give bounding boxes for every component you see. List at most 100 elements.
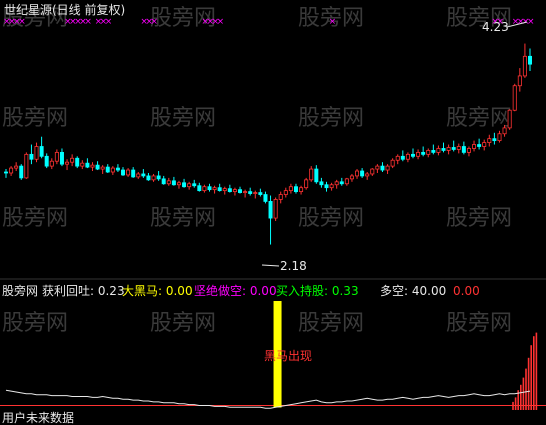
candle-body [141,173,146,177]
candle-body [410,153,415,157]
watermark-text: 股旁网 [2,206,68,231]
indicator-panel: 股旁网 获利回吐: 0.23大黑马: 0.00 坚绝做空: 0.00 买入持股: 0.… [0,283,546,425]
low-price-pointer [261,264,280,267]
candle-body [497,133,502,142]
candle-body [426,150,431,155]
candle-body [268,201,273,219]
candle-body [49,160,54,167]
candle-body [243,191,248,194]
candle-body [222,188,227,192]
signal-mark: × [527,17,535,27]
candle-body [304,179,309,189]
candle-body [441,148,446,151]
signal-mark: × [217,17,225,27]
stock-chart: 股旁网 股旁网 股旁网 股旁网股旁网 股旁网 股旁网 股旁网股旁网 股旁网 股旁网 股旁网股旁网股… [0,2,546,425]
legend-entry: 股旁网 [2,283,38,298]
candle-body [207,186,212,191]
candle-body [283,190,288,195]
legend-entry: 多空: 40.00 [380,284,446,298]
candle-body [360,170,365,177]
candle-body [416,151,421,157]
candle-body [522,55,527,77]
watermark-text: 股旁网 [298,206,364,231]
candle-body [293,186,298,193]
candle-body [110,167,115,173]
candle-body [182,182,187,188]
candle-body [9,167,14,174]
watermark-text: 股旁网 [446,206,512,231]
candle-body [421,151,426,155]
price-panel: 世纪星源(日线 前复权) ×××× ××××× ××× ××× ×××× × ×× ×××× … [3,2,535,273]
candle-body [258,192,263,195]
signal-mark: × [18,17,26,27]
candle-body [59,151,64,165]
signal-text: 黑马出现 [264,349,312,363]
watermark-text: 股旁网 [2,106,68,131]
candle-body [171,180,176,186]
candle-body [253,192,258,194]
candle-body [355,170,360,177]
candle-body [187,183,192,188]
candle-body [370,168,375,175]
candle-body [400,155,405,160]
watermark-text: 股旁网 [298,311,364,336]
candle-body [517,75,522,87]
candle-body [161,178,166,185]
candle-body [115,167,120,171]
candle-body [375,165,380,170]
candle-body [528,55,533,65]
legend-entry: 0.00 [453,284,480,298]
candle-body [75,157,80,167]
candle-body [446,147,451,151]
high-price-label: 4.23 [482,20,509,34]
candle-body [4,171,9,174]
candle-body [65,161,70,165]
candle-body [492,138,497,142]
candle-body [95,164,100,170]
candle-body [90,164,95,168]
candle-body [248,191,253,194]
candle-body [278,194,283,200]
candle-body [136,173,141,178]
candle-body [131,169,136,178]
candle-body [217,187,222,192]
indicator-legend: 股旁网 获利回吐: 0.23大黑马: 0.00 坚绝做空: 0.00 买入持股: 0.… [2,283,480,298]
candle-body [29,153,34,160]
candle-body [166,180,171,185]
candle-body [512,85,517,111]
candle-body [288,186,293,192]
candle-body [212,187,217,191]
candle-body [44,155,49,167]
candle-body [339,181,344,185]
candle-body [299,187,304,193]
candle-body [202,186,207,192]
watermark-text: 股旁网 [446,311,512,336]
candle-body [349,175,354,180]
candle-body [477,144,482,147]
candle-body [176,182,181,186]
red-bars-group [512,332,538,410]
candle-body [466,148,471,153]
candle-body [24,153,29,179]
candle-body [502,127,507,135]
legend-entry: 获利回吐: 0.23 [42,284,125,298]
signal-mark: × [151,17,159,27]
candle-body [456,146,461,150]
candle-body [380,165,385,171]
candle-body [192,183,197,187]
signal-mark: × [84,17,92,27]
candle-body [197,185,202,192]
candle-body [100,166,105,170]
legend-entry: 买入持股: 0.33 [276,283,359,298]
candle-body [329,184,334,189]
watermark-text: 股旁网 [446,106,512,131]
candle-body [121,169,126,176]
signal-mark: × [329,17,337,27]
candle-body [390,159,395,167]
candle-body [324,184,329,189]
footer-text: 用户未来数据 [2,410,74,425]
candle-body [85,162,90,168]
candle-body [273,199,278,219]
candle-body [385,165,390,171]
legend-entry: 坚绝做空: 0.00 [194,283,277,298]
